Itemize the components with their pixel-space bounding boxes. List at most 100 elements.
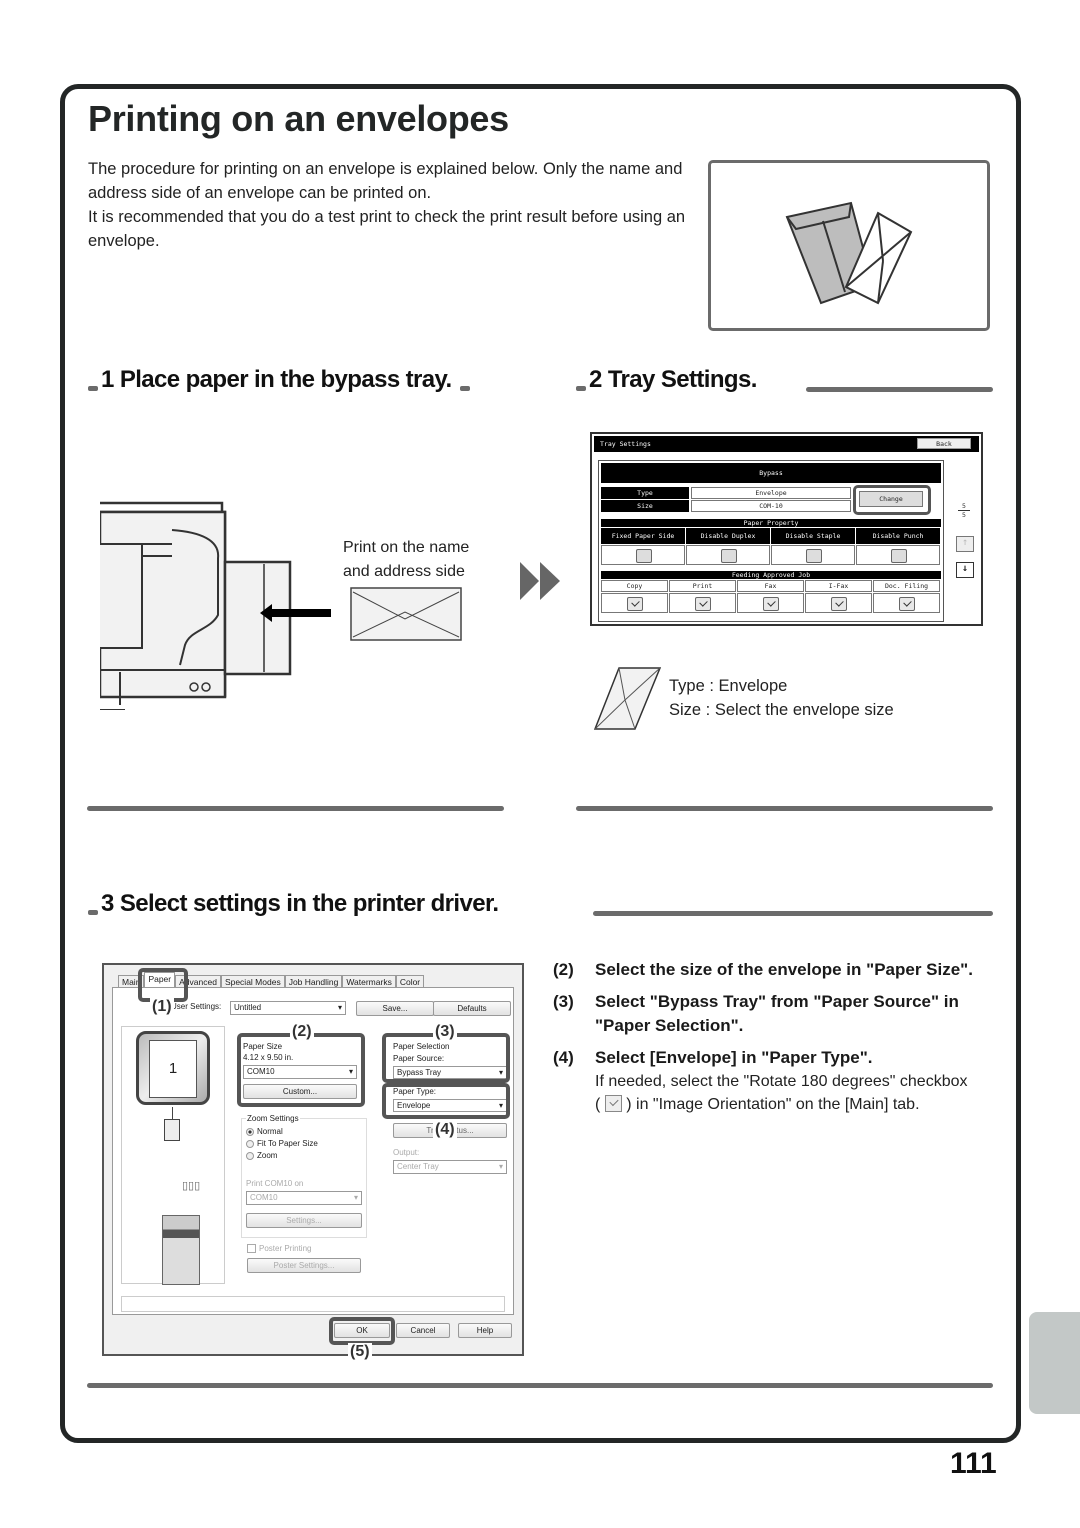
- paper-property-header: Paper Property: [601, 519, 941, 527]
- paper-tab-panel: User Settings: Untitled Save... Defaults…: [112, 987, 514, 1315]
- job-cell: [873, 593, 940, 613]
- zoom-option[interactable]: Fit To Paper Size: [246, 1139, 318, 1148]
- print-on-select[interactable]: COM10: [246, 1191, 362, 1205]
- intro-paragraph: It is recommended that you do a test pri…: [88, 208, 686, 250]
- property-label: Disable Duplex: [686, 528, 770, 544]
- scroll-down-button[interactable]: ↓: [956, 562, 974, 578]
- heading-marker: [576, 386, 586, 391]
- zoom-settings-group: Zoom Settings Normal Fit To Paper Size Zoo…: [241, 1114, 367, 1238]
- checkbox-icon: [604, 1095, 622, 1112]
- page-indicator: 5 5: [958, 502, 970, 519]
- instruction-item: (2) Select the size of the envelope in "…: [553, 958, 973, 982]
- arrow-down-icon: ↓: [961, 563, 969, 574]
- job-checkbox[interactable]: [831, 597, 847, 611]
- user-settings-label: User Settings:: [171, 1002, 222, 1011]
- type-value: Envelope: [691, 487, 851, 499]
- property-checkbox[interactable]: [635, 549, 652, 563]
- caption-line: Print on the name: [343, 539, 470, 556]
- bypass-settings: Bypass Type Envelope Size COM-10 Change …: [598, 460, 944, 622]
- type-label: Type: [601, 487, 689, 499]
- job-label: Fax: [737, 580, 804, 592]
- job-cell: [805, 593, 872, 613]
- job-label: Copy: [601, 580, 668, 592]
- callout-label-4: (4): [433, 1121, 457, 1139]
- help-button[interactable]: Help: [458, 1323, 512, 1338]
- job-label: I-Fax: [805, 580, 872, 592]
- envelope-icon: [350, 587, 462, 641]
- job-checkbox[interactable]: [695, 597, 711, 611]
- driver-instructions: (2) Select the size of the envelope in "…: [553, 958, 973, 1124]
- tray-title: Tray Settings: [600, 440, 651, 448]
- tray-name: Bypass: [601, 463, 941, 483]
- section-rule: [87, 806, 504, 811]
- step3-heading-text: 3 Select settings in the printer driver.: [101, 890, 499, 917]
- instruction-number: (4): [553, 1048, 574, 1067]
- instruction-text: Select the size of the envelope in "Pape…: [595, 960, 973, 979]
- poster-settings-button[interactable]: Poster Settings...: [247, 1258, 361, 1273]
- output-label: Output:: [393, 1148, 420, 1157]
- radio-button[interactable]: [246, 1127, 254, 1136]
- step1-heading-text: 1 Place paper in the bypass tray.: [101, 366, 452, 393]
- heading-marker: [88, 386, 98, 391]
- section-rule: [576, 806, 993, 811]
- poster-printing-option[interactable]: Poster Printing: [247, 1244, 311, 1253]
- copier-icon: [162, 1215, 200, 1285]
- radio-button[interactable]: [246, 1139, 254, 1148]
- job-label: Doc. Filing: [873, 580, 940, 592]
- save-button[interactable]: Save...: [356, 1001, 434, 1016]
- job-checkbox[interactable]: [627, 597, 643, 611]
- change-button[interactable]: Change: [859, 491, 923, 507]
- instruction-number: (3): [553, 992, 574, 1011]
- heading-rule: [806, 387, 993, 392]
- envelopes-illustration: [708, 160, 990, 331]
- callout-label-3: (3): [433, 1023, 457, 1041]
- property-checkbox[interactable]: [890, 549, 907, 563]
- zoom-option[interactable]: Normal: [246, 1127, 318, 1136]
- job-checkbox[interactable]: [899, 597, 915, 611]
- zoom-option[interactable]: Zoom: [246, 1151, 318, 1160]
- page-title: Printing on an envelopes: [88, 98, 509, 139]
- defaults-button[interactable]: Defaults: [433, 1001, 511, 1016]
- back-button[interactable]: Back: [917, 438, 971, 449]
- size-note: Size : Select the envelope size: [669, 701, 894, 719]
- job-cell: [737, 593, 804, 613]
- settings-button[interactable]: Settings...: [246, 1213, 362, 1228]
- envelope-icon: [593, 667, 662, 730]
- copies-icon: ▯▯▯: [182, 1180, 201, 1192]
- arrow-up-icon: ↑: [961, 537, 969, 548]
- printer-bypass-illustration: [100, 501, 331, 710]
- heading-marker: [459, 386, 470, 391]
- preview-pane: 1 ▯▯▯: [121, 1026, 225, 1285]
- size-label: Size: [601, 500, 689, 512]
- page-total: 5: [962, 511, 966, 519]
- cancel-button[interactable]: Cancel: [396, 1323, 450, 1338]
- heading-marker: [88, 910, 98, 915]
- job-checkbox[interactable]: [763, 597, 779, 611]
- page-preview: 1: [136, 1031, 210, 1105]
- callout-2: [237, 1033, 365, 1107]
- instruction-text: Select [Envelope] in "Paper Type".: [595, 1048, 873, 1067]
- job-label: Print: [669, 580, 736, 592]
- poster-printing-checkbox[interactable]: [247, 1244, 256, 1253]
- radio-button[interactable]: [246, 1151, 254, 1160]
- callout-4: [382, 1083, 510, 1119]
- output-select[interactable]: Center Tray: [393, 1160, 507, 1174]
- preview-page-number: 1: [149, 1040, 197, 1098]
- step1-caption: Print on the name and address side: [343, 536, 469, 584]
- property-checkbox[interactable]: [720, 549, 737, 563]
- step1-heading: 1 Place paper in the bypass tray.: [88, 366, 473, 394]
- zoom-option-label: Fit To Paper Size: [257, 1139, 318, 1148]
- size-value: COM-10: [691, 500, 851, 512]
- step2-heading-text: 2 Tray Settings.: [589, 366, 757, 393]
- intro-paragraph: The procedure for printing on an envelop…: [88, 160, 683, 202]
- scroll-up-button[interactable]: ↑: [956, 536, 974, 552]
- caption-line: and address side: [343, 563, 465, 580]
- callout-label-5: (5): [348, 1343, 372, 1361]
- page-current: 5: [958, 502, 970, 511]
- instruction-body: Select [Envelope] in "Paper Type". If ne…: [595, 1046, 973, 1116]
- property-checkbox[interactable]: [805, 549, 822, 563]
- zoom-option-label: Normal: [257, 1127, 283, 1136]
- intro-text: The procedure for printing on an envelop…: [88, 157, 688, 253]
- callout-1: [138, 968, 188, 1002]
- user-settings-select[interactable]: Untitled: [230, 1001, 346, 1015]
